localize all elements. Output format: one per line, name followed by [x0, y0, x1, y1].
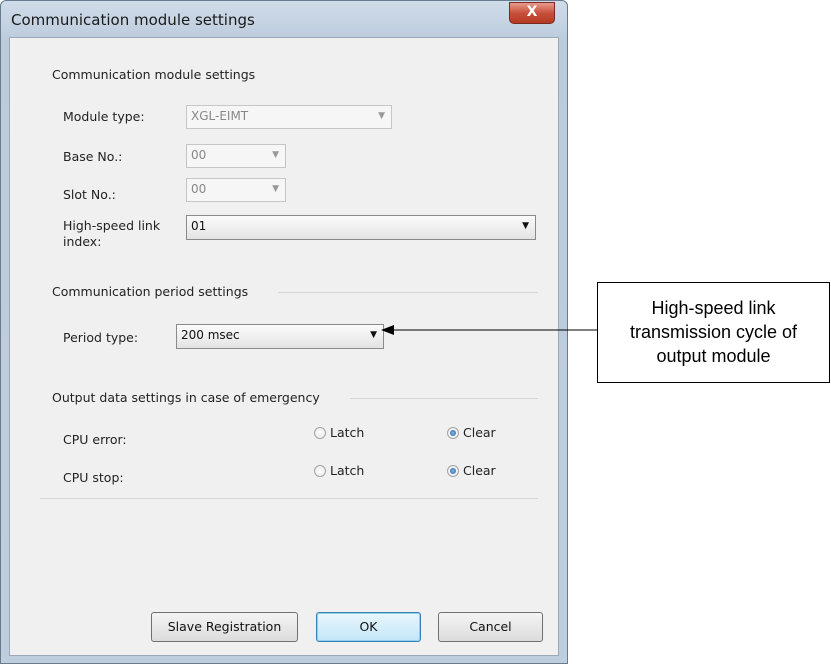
module-type-label: Module type:: [63, 109, 145, 124]
dropdown-arrow-icon: ▼: [522, 221, 529, 231]
dropdown-arrow-icon: ▼: [370, 330, 377, 340]
link-index-label-line2: index:: [63, 234, 102, 249]
base-no-label: Base No.:: [63, 149, 123, 164]
module-settings-group-label: Communication module settings: [52, 67, 256, 82]
dialog-title: Communication module settings: [11, 11, 255, 29]
title-bar[interactable]: Communication module settings X: [1, 1, 567, 37]
cpu-stop-label: CPU stop:: [63, 470, 124, 485]
close-button[interactable]: X: [509, 2, 555, 24]
emergency-group-divider: [350, 398, 538, 399]
emergency-group-label: Output data settings in case of emergenc…: [52, 390, 320, 405]
cpu-error-label: CPU error:: [63, 432, 127, 447]
base-no-select: 00 ▼: [186, 144, 286, 168]
period-settings-group-label: Communication period settings: [52, 284, 249, 299]
cpu-stop-latch-radio[interactable]: [314, 465, 326, 477]
period-type-label: Period type:: [63, 330, 139, 345]
module-type-select: XGL-EIMT ▼: [186, 105, 392, 129]
cpu-error-latch-label: Latch: [330, 425, 365, 440]
cpu-stop-latch-label: Latch: [330, 463, 365, 478]
cancel-button[interactable]: Cancel: [438, 612, 543, 642]
slot-no-label: Slot No.:: [63, 187, 116, 202]
dropdown-arrow-icon: ▼: [272, 184, 279, 194]
callout-line2: transmission cycle of: [629, 322, 798, 342]
callout-line3: output module: [656, 346, 771, 366]
cpu-error-clear-radio[interactable]: [447, 427, 459, 439]
dropdown-arrow-icon: ▼: [378, 111, 385, 121]
ok-button[interactable]: OK: [316, 612, 421, 642]
cpu-stop-clear-label: Clear: [463, 463, 496, 478]
slot-no-select: 00 ▼: [186, 178, 286, 202]
link-index-label-line1: High-speed link: [63, 218, 161, 233]
callout-box: High-speed link transmission cycle of ou…: [597, 282, 830, 383]
dialog-body: Communication module settings Module typ…: [9, 37, 559, 656]
period-group-divider: [278, 292, 538, 293]
emergency-group-bottom-divider: [40, 498, 538, 499]
cpu-error-clear-label: Clear: [463, 425, 496, 440]
link-index-select[interactable]: 01 ▼: [186, 215, 536, 240]
dropdown-arrow-icon: ▼: [272, 150, 279, 160]
cpu-stop-clear-radio[interactable]: [447, 465, 459, 477]
slave-registration-button[interactable]: Slave Registration: [151, 612, 298, 642]
close-icon: X: [526, 4, 538, 20]
period-type-select[interactable]: 200 msec ▼: [176, 324, 384, 349]
cpu-error-latch-radio[interactable]: [314, 427, 326, 439]
callout-arrow: [381, 325, 597, 335]
callout-line1: High-speed link: [651, 298, 776, 318]
